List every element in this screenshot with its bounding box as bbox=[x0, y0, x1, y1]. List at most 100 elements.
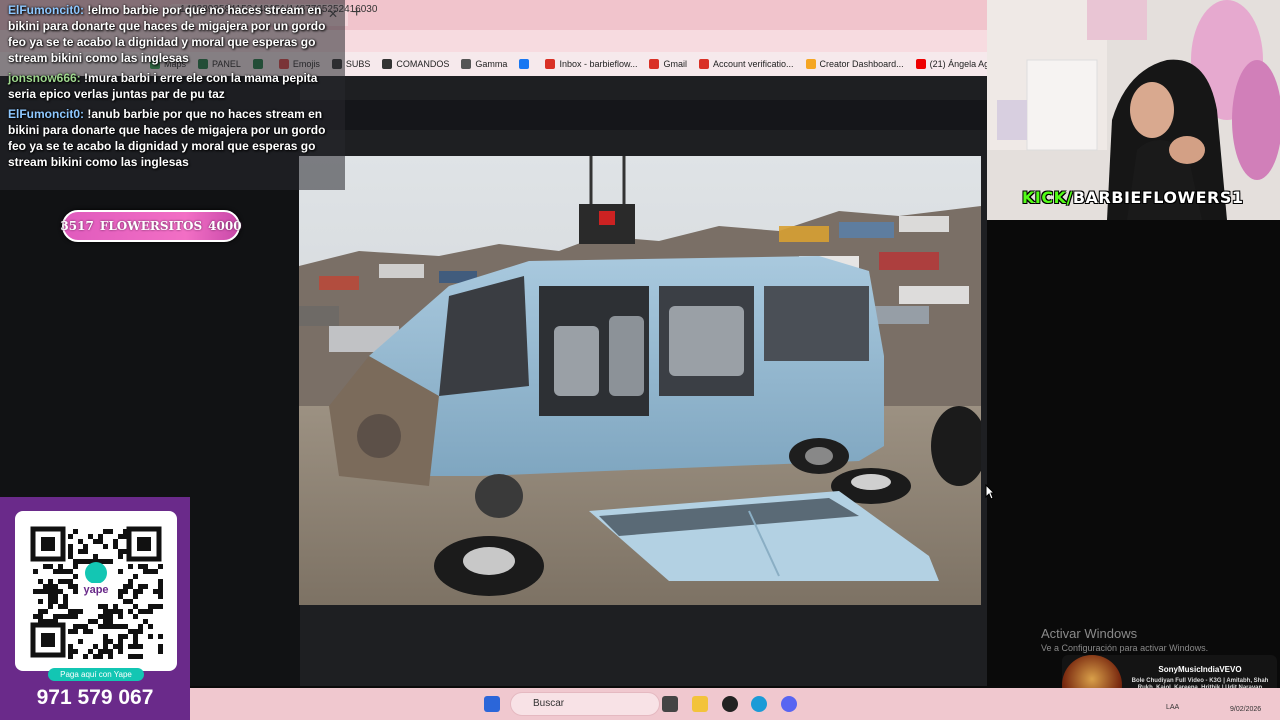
qr-module bbox=[158, 564, 163, 569]
qr-module bbox=[118, 549, 123, 554]
qr-module bbox=[68, 579, 73, 584]
qr-module bbox=[83, 544, 88, 549]
bookmark-item[interactable]: Inbox - barbieflow... bbox=[545, 59, 637, 69]
chat-overlay: ElFumoncit0: !elmo barbie por que no hac… bbox=[0, 0, 345, 172]
qr-module bbox=[73, 624, 78, 629]
qr-module bbox=[158, 634, 163, 639]
qr-module bbox=[103, 529, 108, 534]
app-icon[interactable] bbox=[722, 696, 738, 712]
qr-module bbox=[103, 624, 108, 629]
qr-module bbox=[68, 534, 73, 539]
qr-module bbox=[123, 584, 128, 589]
chat-message: ElFumoncit0: !elmo barbie por que no hac… bbox=[0, 0, 345, 68]
bookmark-label: COMANDOS bbox=[396, 59, 450, 69]
task-view-icon[interactable] bbox=[662, 696, 678, 712]
qr-module bbox=[98, 614, 103, 619]
bookmark-item[interactable]: Gamma bbox=[461, 59, 507, 69]
kick-username: BARBIEFLOWERS1 bbox=[1072, 188, 1244, 207]
discord-icon[interactable] bbox=[781, 696, 797, 712]
qr-module bbox=[38, 589, 43, 594]
qr-module bbox=[68, 549, 73, 554]
bookmark-item[interactable] bbox=[519, 59, 533, 69]
webcam-feed bbox=[987, 0, 1280, 220]
qr-module bbox=[43, 584, 48, 589]
qr-module bbox=[158, 589, 163, 594]
goal-label: FLOWERSITOS bbox=[99, 219, 203, 233]
qr-module bbox=[83, 624, 88, 629]
qr-module bbox=[118, 594, 123, 599]
qr-module bbox=[98, 534, 103, 539]
qr-module bbox=[128, 644, 133, 649]
qr-module bbox=[108, 614, 113, 619]
qr-module bbox=[58, 614, 63, 619]
pay-with-yape-label: Paga aquí con Yape bbox=[48, 668, 144, 681]
qr-module bbox=[138, 564, 143, 569]
qr-module bbox=[63, 599, 68, 604]
yape-qr-card: yape bbox=[15, 511, 177, 671]
bookmark-item[interactable]: Gmail bbox=[649, 59, 687, 69]
qr-module bbox=[118, 589, 123, 594]
qr-module bbox=[68, 649, 73, 654]
activate-title: Activar Windows bbox=[1041, 626, 1138, 641]
qr-module bbox=[108, 624, 113, 629]
qr-module bbox=[133, 654, 138, 659]
qr-module bbox=[93, 554, 98, 559]
qr-module bbox=[98, 649, 103, 654]
qr-module bbox=[108, 654, 113, 659]
bookmark-favicon-icon bbox=[805, 59, 816, 69]
qr-module bbox=[143, 609, 148, 614]
file-explorer-icon[interactable] bbox=[692, 696, 708, 712]
qr-module bbox=[153, 569, 158, 574]
qr-module bbox=[118, 614, 123, 619]
tray-date[interactable]: 9/02/2026 bbox=[1230, 706, 1261, 713]
qr-module bbox=[158, 579, 163, 584]
qr-module bbox=[63, 594, 68, 599]
qr-module bbox=[123, 589, 128, 594]
qr-module bbox=[103, 649, 108, 654]
bookmark-item[interactable]: Account verificatio... bbox=[699, 59, 794, 69]
qr-module bbox=[138, 624, 143, 629]
qr-module bbox=[133, 644, 138, 649]
language-indicator[interactable]: LAA bbox=[1166, 704, 1179, 711]
qr-module bbox=[118, 634, 123, 639]
qr-module bbox=[73, 584, 78, 589]
bookmark-item[interactable]: Creator Dashboard... bbox=[805, 59, 904, 69]
qr-module bbox=[123, 599, 128, 604]
qr-module bbox=[58, 564, 63, 569]
qr-module bbox=[83, 629, 88, 634]
bookmark-favicon-icon bbox=[519, 59, 530, 69]
qr-module bbox=[78, 624, 83, 629]
qr-module bbox=[58, 569, 63, 574]
qr-module bbox=[93, 644, 98, 649]
qr-module bbox=[48, 579, 53, 584]
qr-module bbox=[158, 644, 163, 649]
qr-module bbox=[158, 584, 163, 589]
qr-module bbox=[33, 589, 38, 594]
qr-code-icon: yape bbox=[30, 526, 163, 659]
junkyard-van-image[interactable] bbox=[299, 156, 981, 605]
qr-module bbox=[53, 614, 58, 619]
junkyard-van-picture bbox=[299, 156, 981, 605]
qr-module bbox=[118, 644, 123, 649]
qr-module bbox=[78, 549, 83, 554]
now-playing-channel: SonyMusicIndiaVEVO bbox=[1158, 665, 1242, 674]
qr-module bbox=[38, 614, 43, 619]
qr-module bbox=[68, 614, 73, 619]
qr-module bbox=[63, 579, 68, 584]
qr-module bbox=[103, 644, 108, 649]
qr-module bbox=[133, 639, 138, 644]
qr-module bbox=[148, 624, 153, 629]
qr-module bbox=[108, 559, 113, 564]
bookmark-item[interactable]: COMANDOS bbox=[382, 59, 449, 69]
qr-module bbox=[63, 569, 68, 574]
bookmark-label: Creator Dashboard... bbox=[819, 59, 904, 69]
qr-module bbox=[73, 574, 78, 579]
qr-module bbox=[128, 564, 133, 569]
qr-module bbox=[103, 634, 108, 639]
windows-start-icon[interactable] bbox=[484, 696, 500, 712]
kick-channel-overlay: KICK/BARBIEFLOWERS1 bbox=[1022, 188, 1244, 207]
qr-module bbox=[88, 534, 93, 539]
bookmark-favicon-icon bbox=[649, 59, 660, 69]
qr-module bbox=[133, 629, 138, 634]
chrome-icon[interactable] bbox=[751, 696, 767, 712]
